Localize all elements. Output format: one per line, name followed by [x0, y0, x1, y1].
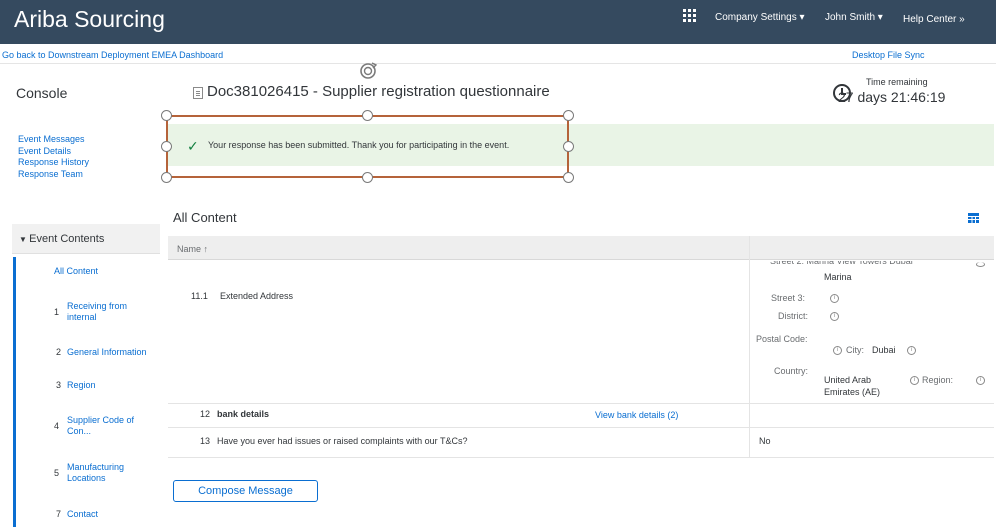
- region-label: Region:: [922, 375, 954, 385]
- document-title: Doc381026415 - Supplier registration que…: [207, 83, 550, 100]
- row-divider: [168, 427, 994, 428]
- extended-address-label: Extended Address: [220, 291, 294, 301]
- row-divider: [168, 457, 994, 458]
- nav-item-number: 5: [54, 468, 60, 478]
- info-icon[interactable]: i: [830, 294, 839, 303]
- time-remaining-value: 27 days 21:46:19: [838, 89, 946, 105]
- street2-value-line2: Marina: [824, 272, 852, 282]
- desktop-file-sync-link[interactable]: Desktop File Sync: [852, 50, 925, 60]
- response-history-link[interactable]: Response History: [18, 157, 89, 167]
- district-label: District:: [778, 311, 808, 321]
- resize-handle-bottom[interactable]: [362, 172, 373, 183]
- info-icon[interactable]: i: [830, 312, 839, 321]
- all-content-title: All Content: [173, 210, 237, 225]
- rotate-handle-icon[interactable]: [357, 60, 379, 82]
- event-contents-text: Event Contents: [29, 233, 105, 245]
- event-messages-link[interactable]: Event Messages: [18, 134, 85, 144]
- country-value-line1: United Arab: [824, 375, 872, 385]
- street2-partial-text: Street 2: Marina View Towers Dubai: [770, 261, 913, 266]
- nav-item-number: 4: [54, 421, 60, 431]
- info-icon[interactable]: i: [907, 346, 916, 355]
- nav-item-general-information[interactable]: General Information: [67, 347, 147, 358]
- selection-frame[interactable]: [166, 115, 569, 178]
- resize-handle-left[interactable]: [161, 141, 172, 152]
- nav-item-contact[interactable]: Contact: [67, 509, 98, 520]
- info-icon[interactable]: i: [833, 346, 842, 355]
- help-center-menu[interactable]: Help Center »: [903, 14, 965, 25]
- back-to-dashboard-link[interactable]: Go back to Downstream Deployment EMEA Da…: [2, 50, 223, 60]
- view-bank-details-link[interactable]: View bank details (2): [595, 410, 678, 420]
- country-value-line2: Emirates (AE): [824, 387, 881, 397]
- nav-active-indicator: [13, 257, 16, 527]
- company-settings-menu[interactable]: Company Settings ▾: [715, 12, 805, 23]
- info-icon[interactable]: i: [976, 376, 985, 385]
- bank-details-label: bank details: [217, 409, 270, 419]
- document-icon: [193, 87, 203, 99]
- resize-handle-top[interactable]: [362, 110, 373, 121]
- resize-handle-top-right[interactable]: [563, 110, 574, 121]
- row-divider: [168, 403, 994, 404]
- response-team-link[interactable]: Response Team: [18, 169, 83, 179]
- event-contents-label[interactable]: ▼ Event Contents: [19, 233, 104, 245]
- table-settings-icon[interactable]: [968, 213, 979, 223]
- nav-item-all-content[interactable]: All Content: [54, 266, 98, 277]
- resize-handle-bottom-left[interactable]: [161, 172, 172, 183]
- nav-item-number: 2: [56, 347, 62, 357]
- nav-item-number: 3: [56, 380, 62, 390]
- resize-handle-top-left[interactable]: [161, 110, 172, 121]
- user-menu[interactable]: John Smith ▾: [825, 12, 883, 23]
- compose-message-button[interactable]: Compose Message: [173, 480, 318, 502]
- nav-item-receiving-from-internal[interactable]: Receiving from internal: [67, 301, 152, 323]
- nav-item-manufacturing-locations[interactable]: Manufacturing Locations: [67, 462, 152, 484]
- time-remaining-label: Time remaining: [866, 77, 928, 87]
- city-label: City:: [846, 345, 864, 355]
- nav-item-number: 7: [56, 509, 62, 519]
- city-value: Dubai: [872, 345, 896, 355]
- table-header: [168, 236, 994, 260]
- column-header-name[interactable]: Name ↑: [177, 244, 208, 254]
- row-number: 11.1: [191, 291, 208, 301]
- row-number: 13: [200, 436, 211, 446]
- info-icon[interactable]: i: [910, 376, 919, 385]
- nav-item-number: 1: [54, 307, 60, 317]
- complaints-answer: No: [759, 436, 771, 446]
- app-title: Ariba Sourcing: [14, 6, 165, 32]
- column-divider: [749, 236, 750, 458]
- info-icon[interactable]: [976, 262, 985, 267]
- collapse-triangle-icon: ▼: [19, 235, 30, 244]
- street3-label: Street 3:: [771, 293, 806, 303]
- console-title: Console: [16, 85, 68, 101]
- app-grid-icon[interactable]: [683, 9, 697, 23]
- resize-handle-right[interactable]: [563, 141, 574, 152]
- postal-code-label: Postal Code:: [756, 334, 808, 344]
- resize-handle-bottom-right[interactable]: [563, 172, 574, 183]
- row-number: 12: [200, 409, 211, 419]
- event-details-link[interactable]: Event Details: [18, 146, 71, 156]
- country-label: Country:: [774, 366, 809, 376]
- nav-item-region[interactable]: Region: [67, 380, 96, 391]
- complaints-question: Have you ever had issues or raised compl…: [217, 436, 468, 446]
- nav-item-supplier-code-of-conduct[interactable]: Supplier Code of Con...: [67, 415, 152, 437]
